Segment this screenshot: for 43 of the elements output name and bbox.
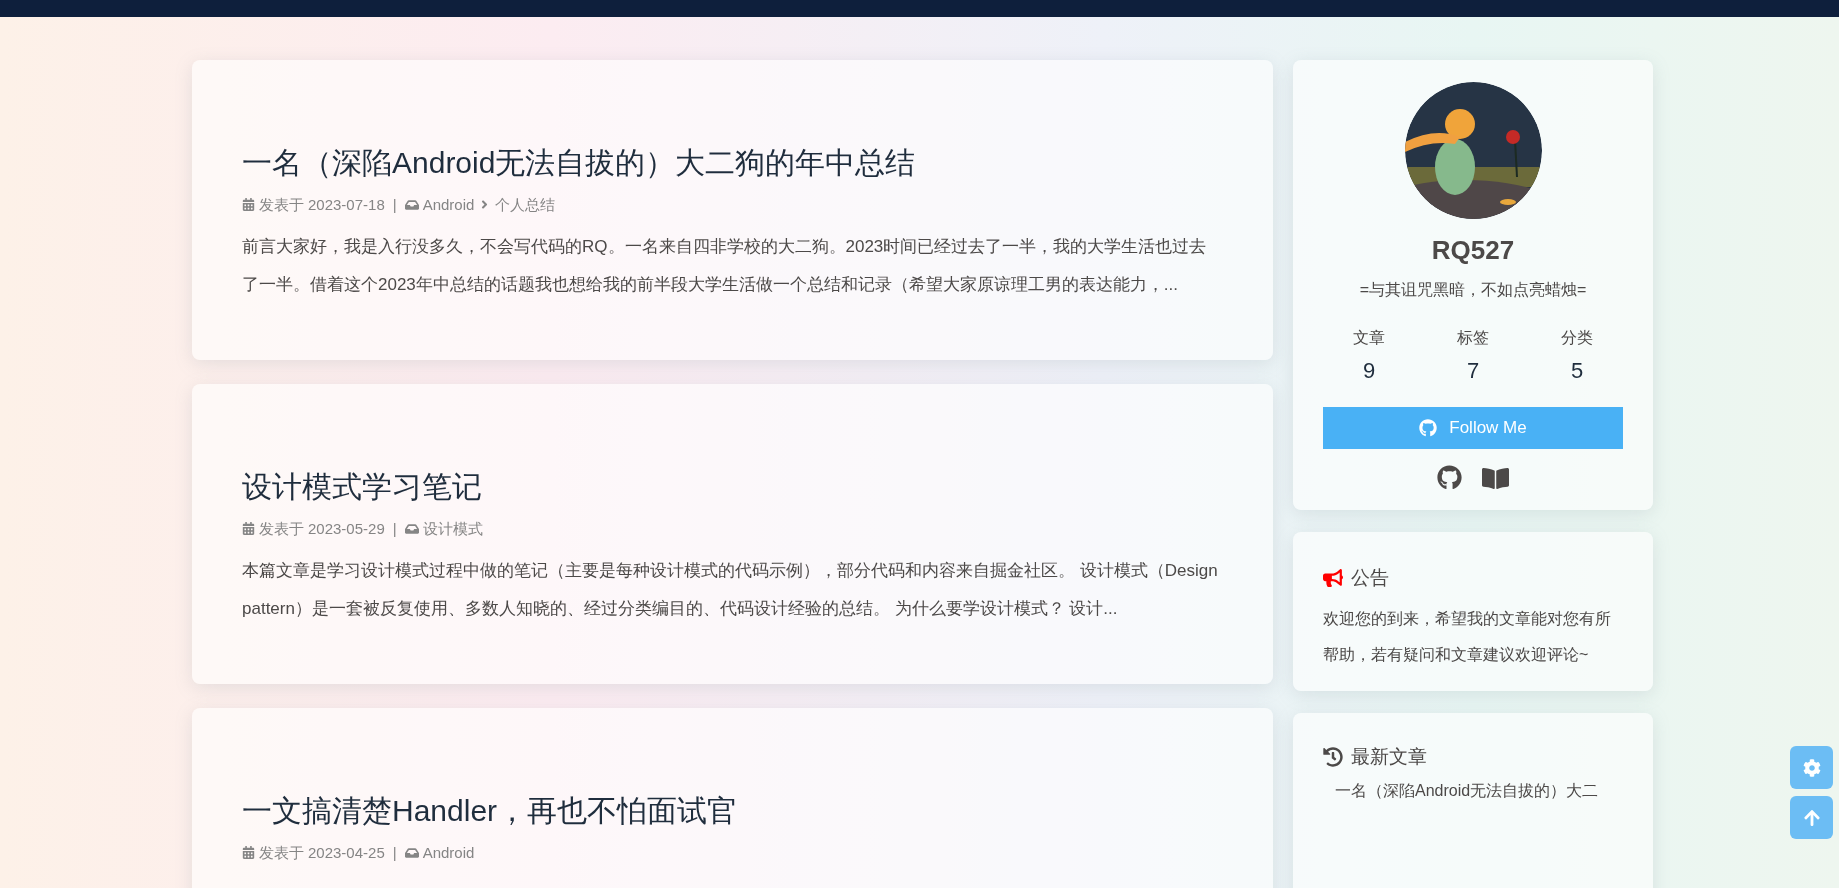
history-icon	[1323, 746, 1343, 767]
post-date-label: 发表于	[259, 194, 304, 215]
category-icon	[404, 521, 419, 536]
stat-label[interactable]: 分类	[1561, 326, 1593, 350]
post-category[interactable]: Android	[422, 841, 475, 864]
stat-value[interactable]: 9	[1362, 354, 1376, 387]
post-category[interactable]: Android	[422, 193, 475, 216]
post-title[interactable]: 一文搞清楚Handler，再也不怕面试官	[242, 792, 1223, 830]
announcement-text: 欢迎您的到来，希望我的文章能对您有所帮助，若有疑问和文章建议欢迎评论~	[1323, 608, 1612, 665]
announcement-title: 公告	[1351, 566, 1389, 590]
recent-post-link[interactable]: 一名（深陷Android无法自拔的）大二	[1335, 779, 1599, 803]
post-date-label: 发表于	[259, 518, 304, 539]
post-date: 2023-05-29	[308, 518, 385, 539]
github-icon[interactable]	[1437, 465, 1462, 490]
arrow-up-icon	[1802, 808, 1821, 827]
stat-label[interactable]: 标签	[1457, 326, 1489, 350]
calendar-icon	[242, 846, 255, 860]
meta-separator: |	[392, 842, 397, 863]
calendar-icon	[242, 522, 255, 536]
stat-label[interactable]: 文章	[1353, 326, 1385, 350]
post-category[interactable]: 设计模式	[422, 517, 483, 540]
post-title[interactable]: 设计模式学习笔记	[242, 468, 1223, 506]
megaphone-icon	[1323, 568, 1343, 589]
recent-posts-title: 最新文章	[1351, 744, 1427, 769]
book-icon[interactable]	[1482, 465, 1509, 492]
post-title[interactable]: 一名（深陷Android无法自拔的）大二狗的年中总结	[242, 144, 1223, 182]
settings-icon	[1802, 758, 1821, 777]
post-excerpt: 本篇文章是学习设计模式过程中做的笔记（主要是每种设计模式的代码示例），部分代码和内容来自掘金社区。 设计模式（Design pattern）是一套被反复使用、多数人知晓的、经过分类编目的、代码设计经验的总结。 为什么要学设计模式？ 设计...	[242, 560, 1219, 620]
meta-separator: |	[392, 194, 397, 215]
author-name: RQ527	[1431, 234, 1515, 267]
stat-value[interactable]: 7	[1466, 354, 1480, 387]
category-icon	[404, 197, 419, 212]
category-icon	[404, 845, 419, 860]
post-date-label: 发表于	[259, 842, 304, 863]
post-date: 2023-04-25	[308, 842, 385, 863]
github-icon	[1419, 419, 1438, 437]
stat-value[interactable]: 5	[1570, 354, 1584, 387]
meta-separator: |	[392, 518, 397, 539]
calendar-icon	[242, 198, 255, 212]
author-motto: =与其诅咒黑暗，不如点亮蜡烛=	[1359, 280, 1587, 300]
post-excerpt: 前言大家好，我是入行没多久，不会写代码的RQ。一名来自四非学校的大二狗。2023时间已经过去了一半，我的大学生活也过去了一半。借着这个2023年中总结的话题我也想给我的前半段大学生活做一个总结和记录（希望大家原谅理工男的表达能力，...	[242, 236, 1208, 296]
post-category[interactable]: 个人总结	[495, 193, 556, 216]
post-date: 2023-07-18	[308, 194, 385, 215]
